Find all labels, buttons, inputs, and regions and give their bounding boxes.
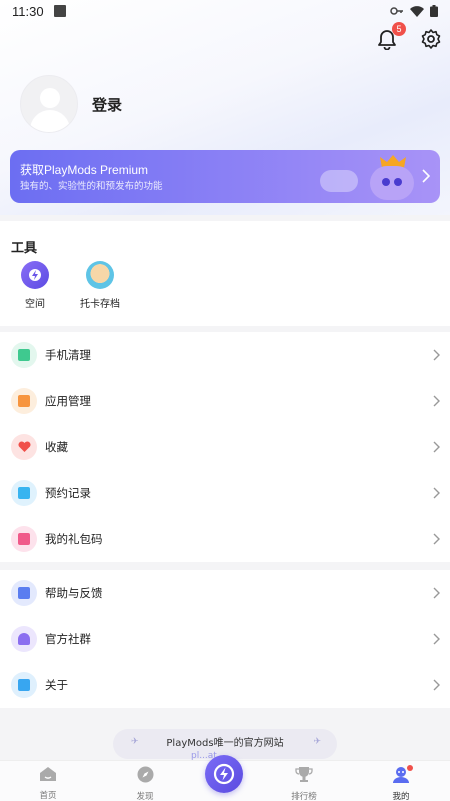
settings-gear-icon[interactable] bbox=[420, 28, 442, 50]
chevron-right-icon bbox=[433, 587, 440, 599]
tool-space[interactable]: 空间 bbox=[5, 261, 65, 310]
menu-group-2: 帮助与反馈 官方社群 关于 bbox=[0, 570, 450, 708]
tool-label: 空间 bbox=[25, 299, 45, 310]
mascot-illustration bbox=[370, 166, 414, 200]
home-icon bbox=[40, 767, 56, 781]
cloud-decoration bbox=[320, 170, 358, 192]
nav-playmods-center-button[interactable] bbox=[205, 755, 243, 793]
chevron-right-icon bbox=[433, 487, 440, 499]
premium-title: 获取PlayMods Premium bbox=[20, 163, 149, 177]
key-icon bbox=[390, 7, 403, 15]
chevron-right-icon bbox=[433, 633, 440, 645]
chevron-right-icon bbox=[433, 349, 440, 361]
notification-square-icon bbox=[53, 5, 66, 17]
nav-profile[interactable]: 我的 bbox=[371, 765, 431, 801]
nav-label: 我的 bbox=[392, 792, 410, 801]
nav-label: 发现 bbox=[136, 792, 154, 801]
tool-toca-save[interactable]: 托卡存档 bbox=[70, 261, 130, 310]
toca-save-icon bbox=[86, 261, 114, 289]
app-manage-icon bbox=[11, 388, 37, 414]
trophy-icon bbox=[295, 767, 313, 782]
menu-label: 应用管理 bbox=[45, 394, 91, 408]
chevron-right-icon bbox=[433, 679, 440, 691]
notification-badge: 5 bbox=[392, 22, 406, 36]
menu-label: 官方社群 bbox=[45, 632, 91, 646]
menu-item-help-feedback[interactable]: 帮助与反馈 bbox=[0, 570, 450, 616]
menu-label: 预约记录 bbox=[45, 486, 91, 500]
menu-label: 手机清理 bbox=[45, 348, 91, 362]
tools-section: 工具 空间 托卡存档 bbox=[0, 221, 450, 326]
menu-item-gift-codes[interactable]: 我的礼包码 bbox=[0, 516, 450, 562]
official-site-text: PlayMods唯一的官方网站 bbox=[166, 738, 284, 749]
notification-button[interactable]: 5 bbox=[376, 22, 406, 51]
rocket-decoration-icon: ✈ bbox=[131, 737, 139, 747]
chevron-right-icon bbox=[422, 169, 430, 183]
status-bar: 11:30 bbox=[0, 0, 450, 22]
premium-banner[interactable]: 获取PlayMods Premium 独有的、实验性的和预发布的功能 bbox=[10, 150, 440, 203]
battery-icon bbox=[430, 5, 438, 17]
avatar[interactable] bbox=[20, 75, 78, 133]
broom-icon bbox=[11, 342, 37, 368]
menu-item-favorites[interactable]: 收藏 bbox=[0, 424, 450, 470]
nav-discover[interactable]: 发现 bbox=[115, 766, 175, 801]
chevron-right-icon bbox=[433, 441, 440, 453]
nav-label: 首页 bbox=[39, 791, 57, 801]
wifi-icon bbox=[410, 5, 424, 17]
menu-item-phone-clean[interactable]: 手机清理 bbox=[0, 332, 450, 378]
rocket-decoration-icon: ✈ bbox=[313, 737, 321, 747]
menu-label: 关于 bbox=[45, 678, 68, 692]
menu-item-community[interactable]: 官方社群 bbox=[0, 616, 450, 662]
space-icon bbox=[21, 261, 49, 289]
bottom-navigation: 首页 发现 排行榜 我的 bbox=[0, 755, 450, 801]
profile-section[interactable]: 登录 bbox=[20, 75, 122, 133]
login-label[interactable]: 登录 bbox=[92, 94, 122, 115]
menu-group-1: 手机清理 应用管理 收藏 预约记录 我的礼包码 bbox=[0, 332, 450, 562]
nav-leaderboard[interactable]: 排行榜 bbox=[274, 766, 334, 801]
nav-profile-dot bbox=[407, 765, 413, 771]
heart-icon bbox=[11, 434, 37, 460]
header-actions: 5 bbox=[376, 22, 442, 51]
playmods-logo-icon bbox=[213, 763, 235, 785]
menu-label: 帮助与反馈 bbox=[45, 586, 103, 600]
community-icon bbox=[11, 626, 37, 652]
menu-item-about[interactable]: 关于 bbox=[0, 662, 450, 708]
gift-icon bbox=[11, 526, 37, 552]
menu-item-reservations[interactable]: 预约记录 bbox=[0, 470, 450, 516]
tools-title: 工具 bbox=[11, 241, 38, 256]
nav-home[interactable]: 首页 bbox=[18, 766, 78, 801]
chevron-right-icon bbox=[433, 533, 440, 545]
menu-label: 我的礼包码 bbox=[45, 532, 103, 546]
menu-label: 收藏 bbox=[45, 440, 68, 454]
nav-label: 排行榜 bbox=[291, 792, 317, 801]
calendar-icon bbox=[11, 480, 37, 506]
about-icon bbox=[11, 672, 37, 698]
chevron-right-icon bbox=[433, 395, 440, 407]
premium-subtitle: 独有的、实验性的和预发布的功能 bbox=[20, 181, 163, 192]
compass-icon bbox=[137, 766, 153, 783]
status-time: 11:30 bbox=[12, 3, 44, 19]
menu-item-app-manage[interactable]: 应用管理 bbox=[0, 378, 450, 424]
help-feedback-icon bbox=[11, 580, 37, 606]
tool-label: 托卡存档 bbox=[80, 299, 120, 310]
